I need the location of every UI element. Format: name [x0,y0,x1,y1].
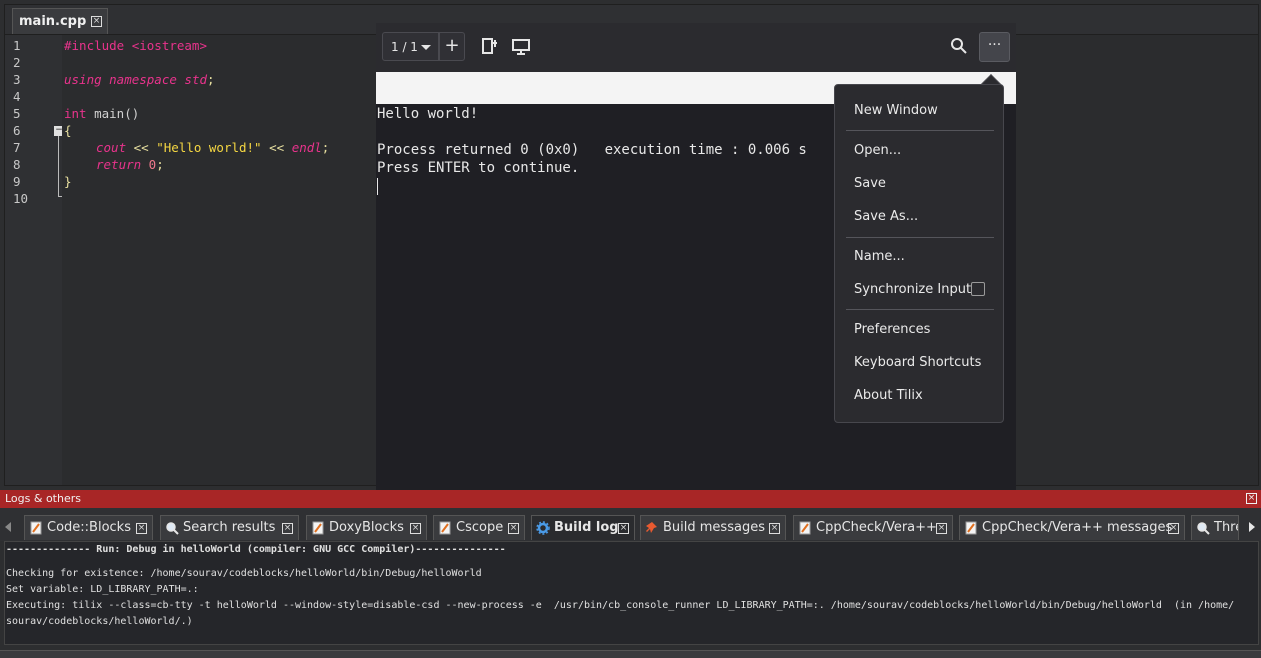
fold-guide [58,136,59,197]
terminal-line: Process returned 0 (0x0) execution time … [377,142,807,158]
tab-threads[interactable]: Thre [1191,515,1239,540]
text-cursor [377,178,378,195]
terminal-line: Press ENTER to continue. [377,160,580,176]
terminal-popup-menu: New Window Open... Save Save As... Name.… [834,84,1004,423]
line-number: 2 [13,55,21,70]
tab-code-blocks[interactable]: Code::Blocks × [24,515,153,540]
line-number: 7 [13,140,21,155]
tab-label: Build log [554,520,619,535]
codeblocks-window: main.cpp × 1 2 3 4 5 6 7 8 9 10 − #inclu… [0,0,1261,658]
chevron-down-icon [421,45,431,50]
menu-item-about-tilix[interactable]: About Tilix [854,388,923,403]
close-icon[interactable]: × [936,523,947,534]
close-icon[interactable]: × [1168,523,1179,534]
logs-title-label: Logs & others [5,492,81,505]
scroll-right-icon[interactable] [1249,522,1255,532]
menu-item-save-as[interactable]: Save As... [854,209,918,224]
line-number: 8 [13,157,21,172]
pin-icon [646,522,657,533]
tab-cscope[interactable]: Cscope × [433,515,525,540]
tab-cppcheck-vera[interactable]: CppCheck/Vera++ × [793,515,953,540]
menu-item-preferences[interactable]: Preferences [854,322,930,337]
menu-item-open[interactable]: Open... [854,143,901,158]
status-bar [0,650,1261,658]
terminal-header-bar: 1 / 1 + ··· [376,23,1016,72]
log-line: sourav/codeblocks/helloWorld/.) [6,616,193,627]
line-number: 1 [13,38,21,53]
note-icon [439,521,451,535]
tab-build-log[interactable]: Build log × [531,515,635,540]
terminal-line: Hello world! [377,106,479,122]
session-switcher[interactable]: 1 / 1 [382,32,439,61]
menu-separator [846,237,994,238]
tab-label: Thre [1214,520,1238,535]
tab-main-cpp[interactable]: main.cpp × [12,8,108,34]
sidebar-icon[interactable] [509,34,533,58]
search-icon[interactable] [947,34,971,58]
code-line-6: { [64,123,72,138]
menu-item-new-window[interactable]: New Window [854,103,938,118]
tab-search-results[interactable]: Search results × [160,515,299,540]
hamburger-icon[interactable]: ··· [979,32,1010,62]
close-icon[interactable]: × [282,523,293,534]
log-line: Checking for existence: /home/sourav/cod… [6,568,482,579]
tab-cppcheck-vera-messages[interactable]: CppCheck/Vera++ messages × [959,515,1185,540]
tab-label: Code::Blocks [47,520,131,535]
note-icon [312,521,324,535]
close-icon[interactable]: × [769,523,780,534]
line-number: 6 [13,123,21,138]
gear-icon [536,521,550,535]
tab-label: DoxyBlocks [329,520,404,535]
log-line: Executing: tilix --class=cb-tty -t hello… [6,600,1235,611]
close-icon[interactable]: × [410,523,421,534]
tab-label: Build messages [663,520,765,535]
code-line-9: } [64,174,72,189]
tab-label: CppCheck/Vera++ messages [982,520,1173,535]
menu-item-save[interactable]: Save [854,176,886,191]
tab-build-messages[interactable]: Build messages × [640,515,786,540]
menu-item-name[interactable]: Name... [854,249,905,264]
session-label: 1 / 1 [391,40,418,54]
note-icon [799,521,811,535]
close-icon[interactable]: × [618,523,629,534]
close-icon[interactable]: × [91,16,102,27]
line-number: 4 [13,89,21,104]
code-line-7: cout << "Hello world!" << endl; [96,140,330,155]
code-line-5: int main() [64,106,140,121]
close-icon[interactable]: × [1246,493,1257,504]
new-terminal-icon[interactable] [478,34,502,58]
tab-label: CppCheck/Vera++ [816,520,937,535]
logs-tab-bar: Code::Blocks × Search results × DoxyBloc… [0,508,1261,541]
menu-item-keyboard-shortcuts[interactable]: Keyboard Shortcuts [854,355,981,370]
code-line-8: return 0; [96,157,164,172]
logs-panel-title: Logs & others × [0,490,1261,508]
log-line: -------------- Run: Debug in helloWorld … [6,544,506,555]
code-line-3: using namespace std; [64,72,215,87]
synchronize-input-checkbox[interactable] [971,282,985,296]
tab-doxyblocks[interactable]: DoxyBlocks × [306,515,427,540]
note-icon [965,521,977,535]
close-icon[interactable]: × [508,523,519,534]
line-number: 3 [13,72,21,87]
menu-separator [846,309,994,310]
search-icon [166,522,179,535]
code-line-1: #include <iostream> [64,38,207,53]
note-icon [30,521,42,535]
log-line: Set variable: LD_LIBRARY_PATH=.: [6,584,199,595]
line-number-gutter: 1 2 3 4 5 6 7 8 9 10 [5,35,62,485]
line-number: 5 [13,106,21,121]
tab-label: main.cpp [19,14,87,29]
tab-label: Cscope [456,520,504,535]
menu-item-synchronize-input[interactable]: Synchronize Input [854,282,971,297]
line-number: 9 [13,174,21,189]
close-icon[interactable]: × [136,523,147,534]
menu-separator [846,130,994,131]
build-log-output[interactable]: -------------- Run: Debug in helloWorld … [4,541,1259,645]
line-number: 10 [13,191,29,206]
tab-label: Search results [183,520,276,535]
scroll-left-icon[interactable] [5,522,11,532]
add-session-button[interactable]: + [439,32,465,61]
search-icon [1197,522,1210,535]
